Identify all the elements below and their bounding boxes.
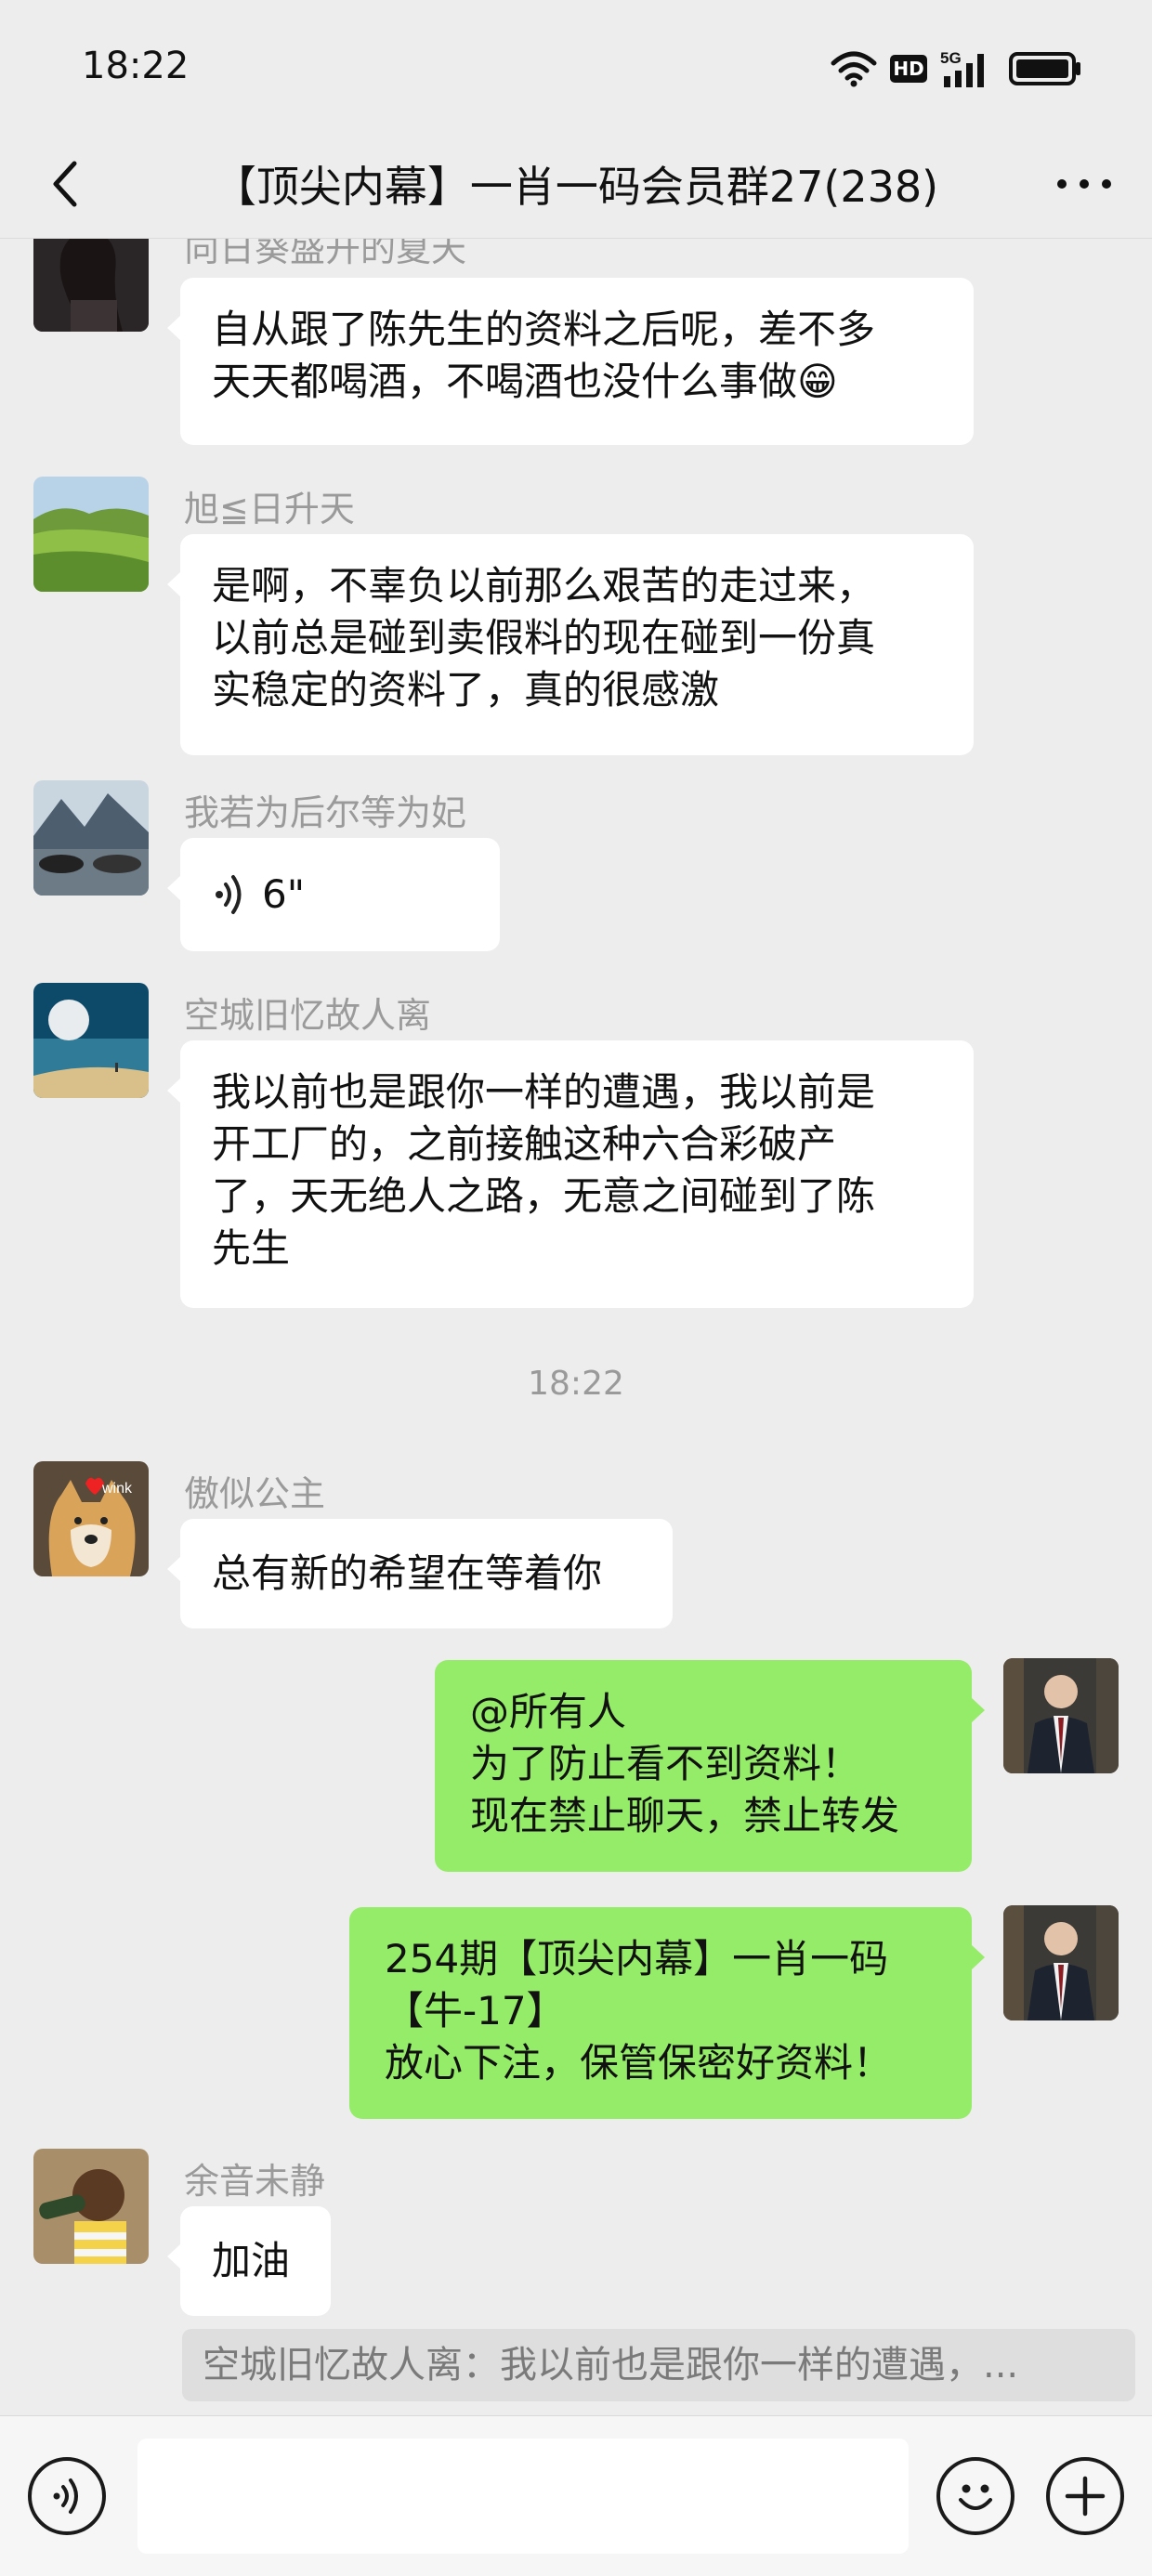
voice-message-bubble[interactable]: 6" xyxy=(167,838,500,951)
more-dots-icon xyxy=(1057,179,1111,189)
message-line: 【牛-17】 xyxy=(385,1988,566,2033)
nav-bar: 【顶尖内幕】一肖一码会员群27(238) xyxy=(0,130,1152,239)
message-line: @所有人 xyxy=(470,1689,627,1734)
message-line: 自从跟了陈先生的资料之后呢，差不多 xyxy=(212,307,876,352)
message-line: 了，天无绝人之路，无意之间碰到了陈 xyxy=(212,1173,876,1219)
voice-input-icon xyxy=(53,2478,78,2514)
back-chevron-icon xyxy=(53,161,77,207)
outgoing-message-bubble[interactable]: @所有人 为了防止看不到资料！ 现在禁止聊天，禁止转发 xyxy=(435,1660,985,1872)
avatar-text: wink xyxy=(101,1481,133,1497)
avatar[interactable] xyxy=(33,983,149,1098)
message-line: 放心下注，保管保密好资料！ xyxy=(385,2040,893,2086)
chat-area[interactable]: 向日葵盛开的夏天 自从跟了陈先生的资料之后呢，差不多 天天都喝酒，不喝酒也没什么… xyxy=(0,239,1152,2415)
message-bubble[interactable]: 自从跟了陈先生的资料之后呢，差不多 天天都喝酒，不喝酒也没什么事做😁 xyxy=(167,278,974,445)
my-avatar[interactable] xyxy=(1003,1658,1119,1773)
message-bubble[interactable]: 加油 xyxy=(167,2206,331,2316)
battery-icon xyxy=(1009,52,1080,85)
more-button[interactable] xyxy=(1042,149,1126,219)
sender-name: 余音未静 xyxy=(184,2161,326,2202)
sender-name: 旭≦日升天 xyxy=(184,489,355,530)
avatar[interactable] xyxy=(33,239,149,332)
message-line: 开工厂的，之前接触这种六合彩破产 xyxy=(212,1121,837,1167)
emoji-icon xyxy=(959,2484,992,2510)
5g-signal-icon: 5G xyxy=(940,49,984,87)
input-bar xyxy=(0,2415,1152,2576)
wifi-icon xyxy=(831,51,877,87)
voice-content: 6" xyxy=(212,869,305,921)
message-line: 以前总是碰到卖假料的现在碰到一份真 xyxy=(212,615,876,660)
outgoing-message-bubble[interactable]: 254期【顶尖内幕】一肖一码 【牛-17】 放心下注，保管保密好资料！ xyxy=(349,1907,985,2119)
emoji-button[interactable] xyxy=(936,2457,1015,2535)
message-timestamp: 18:22 xyxy=(528,1365,624,1403)
sender-name: 傲似公主 xyxy=(184,1473,326,1514)
message-input[interactable] xyxy=(137,2439,909,2554)
status-time: 18:22 xyxy=(82,45,190,87)
avatar[interactable] xyxy=(33,780,149,896)
avatar[interactable] xyxy=(33,477,149,592)
avatar[interactable]: wink xyxy=(33,1461,149,1576)
network-type-label: 5G xyxy=(940,49,962,67)
message-line: 是啊，不辜负以前那么艰苦的走过来， xyxy=(212,563,876,608)
back-button[interactable] xyxy=(30,149,100,219)
message-bubble[interactable]: 是啊，不辜负以前那么艰苦的走过来， 以前总是碰到卖假料的现在碰到一份真 实稳定的… xyxy=(167,534,974,755)
voice-input-button[interactable] xyxy=(28,2457,106,2535)
message-line: 我以前也是跟你一样的遭遇，我以前是 xyxy=(212,1069,876,1115)
plus-icon xyxy=(1065,2476,1106,2517)
hd-icon: HD xyxy=(890,55,927,83)
quoted-message[interactable]: 空城旧忆故人离：我以前也是跟你一样的遭遇，... xyxy=(182,2329,1135,2401)
avatar[interactable] xyxy=(33,2149,149,2264)
message-line: 为了防止看不到资料！ xyxy=(470,1741,861,1786)
sender-name: 向日葵盛开的夏天 xyxy=(184,239,467,269)
message-bubble[interactable]: 我以前也是跟你一样的遭遇，我以前是 开工厂的，之前接触这种六合彩破产 了，天无绝… xyxy=(167,1040,974,1308)
message-line: 254期【顶尖内幕】一肖一码 xyxy=(385,1936,889,1981)
status-bar: 18:22 HD 5G xyxy=(0,0,1152,130)
voice-duration: 6" xyxy=(262,871,306,917)
message-line: 总有新的希望在等着你 xyxy=(212,1550,603,1596)
message-bubble[interactable]: 总有新的希望在等着你 xyxy=(167,1519,673,1628)
sender-name: 空城旧忆故人离 xyxy=(184,995,432,1036)
grin-emoji-icon: 😁 xyxy=(797,359,838,404)
message-line: 现在禁止聊天，禁止转发 xyxy=(470,1793,900,1838)
message-line-text: 天天都喝酒，不喝酒也没什么事做 xyxy=(212,359,798,404)
more-actions-button[interactable] xyxy=(1046,2457,1124,2535)
message-line: 加油 xyxy=(212,2238,291,2283)
voice-wave-icon xyxy=(216,875,242,914)
message-line: 实稳定的资料了，真的很感激 xyxy=(212,667,720,713)
chat-title: 【顶尖内幕】一肖一码会员群27(238) xyxy=(213,162,939,212)
message-line: 先生 xyxy=(212,1225,291,1271)
my-avatar[interactable] xyxy=(1003,1905,1119,2020)
sender-name: 我若为后尔等为妃 xyxy=(184,792,467,833)
status-icons: HD 5G xyxy=(831,46,1083,91)
message-line: 天天都喝酒，不喝酒也没什么事做😁 xyxy=(212,356,942,408)
